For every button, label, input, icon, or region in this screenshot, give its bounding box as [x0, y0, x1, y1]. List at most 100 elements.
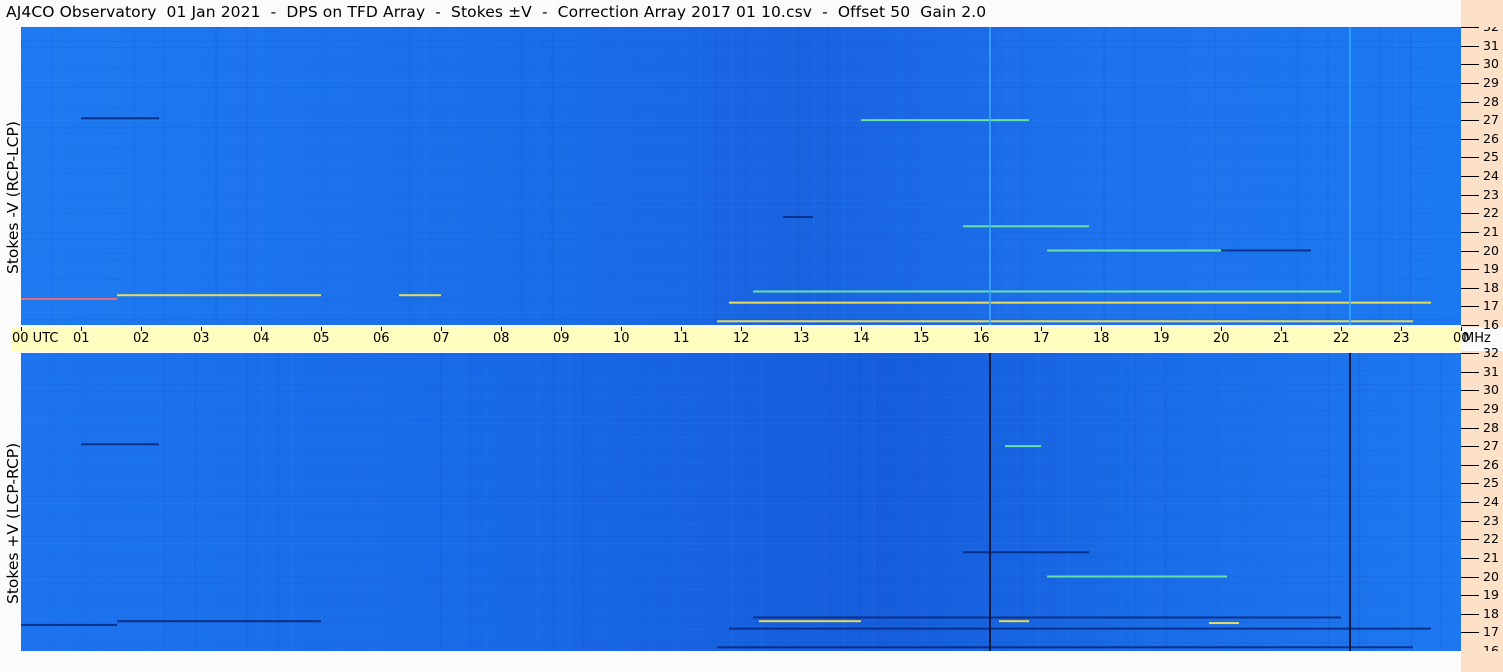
frequency-tick: [1461, 306, 1479, 308]
noise-stripe: [312, 27, 313, 325]
noise-row: [21, 259, 1461, 260]
noise-row: [21, 384, 1461, 385]
bottom-panel-ylabel: Stokes +V (LCP-RCP): [4, 442, 22, 604]
noise-row: [21, 649, 1461, 650]
frequency-tick-label: 30: [1483, 56, 1499, 72]
utc-time-axis: 00 UTC 01 02 03 04 05 06 07 08 09 10 11 12 13 14 15 16 17…: [12, 327, 1491, 351]
noise-stripe: [939, 27, 940, 325]
noise-stripe: [1424, 27, 1427, 325]
frequency-tick-label: 18: [1483, 279, 1499, 295]
noise-row: [21, 463, 1461, 464]
emission-band: [753, 616, 1341, 619]
time-tick-label: 09: [553, 331, 570, 346]
noise-row: [21, 213, 1461, 214]
noise-row: [21, 602, 1461, 603]
frequency-tick-label: 19: [1483, 587, 1499, 603]
top-spectrogram: [21, 27, 1461, 325]
noise-row: [21, 147, 1461, 148]
noise-stripe: [1394, 27, 1397, 325]
noise-stripe: [357, 27, 358, 325]
noise-stripe: [148, 27, 150, 325]
emission-band: [399, 294, 441, 297]
frequency-tick: [1461, 502, 1479, 503]
frequency-tick: [1461, 557, 1479, 559]
noise-stripe: [536, 27, 539, 325]
time-tick-label: 05: [313, 331, 330, 346]
noise-stripe: [648, 27, 649, 325]
time-tick-label: 00 UTC: [12, 331, 59, 346]
noise-row: [21, 529, 1461, 530]
noise-stripe: [1379, 27, 1382, 325]
frequency-tick: [1461, 101, 1479, 103]
bottom-frequency-axis: 1617181920212223242526272829303132: [1461, 345, 1503, 658]
noise-stripe: [924, 27, 925, 325]
time-tick-label: 03: [193, 331, 210, 346]
noise-row: [21, 186, 1461, 187]
emission-band: [1047, 249, 1227, 252]
frequency-tick-label: 24: [1483, 494, 1499, 509]
noise-row: [21, 370, 1461, 371]
time-tick-label: 16: [973, 331, 990, 346]
noise-row: [21, 483, 1461, 484]
time-tick-label: 10: [613, 331, 630, 346]
emission-band: [717, 320, 1413, 323]
frequency-tick-label: 32: [1483, 345, 1499, 360]
noise-row: [21, 47, 1461, 48]
time-tick-label: 21: [1273, 331, 1290, 346]
noise-stripe: [245, 27, 248, 325]
noise-row: [21, 127, 1461, 128]
noise-stripe: [1103, 27, 1106, 325]
noise-stripe: [230, 27, 233, 325]
noise-stripe: [894, 27, 895, 325]
emission-band: [21, 623, 117, 626]
emission-band: [1005, 445, 1041, 448]
frequency-tick: [1461, 595, 1479, 597]
frequency-tick-label: 29: [1483, 400, 1499, 416]
noise-row: [21, 200, 1461, 201]
noise-row: [21, 306, 1461, 307]
noise-row: [21, 443, 1461, 444]
noise-row: [21, 470, 1461, 471]
time-tick-label: 06: [373, 331, 390, 346]
noise-stripe: [21, 27, 22, 325]
noise-stripe: [506, 27, 509, 325]
noise-stripe: [1021, 27, 1023, 325]
time-tick-label: 11: [673, 331, 690, 346]
emission-band: [759, 620, 861, 623]
frequency-tick-label: 19: [1483, 261, 1499, 277]
noise-row: [21, 239, 1461, 240]
frequency-tick: [1461, 408, 1479, 410]
frequency-tick-label: 24: [1483, 168, 1499, 183]
frequency-tick: [1461, 157, 1479, 159]
noise-row: [21, 576, 1461, 577]
noise-row: [21, 279, 1461, 280]
noise-stripe: [827, 27, 830, 325]
time-tick-label: 12: [733, 331, 750, 346]
noise-row: [21, 54, 1461, 55]
noise-row: [21, 496, 1461, 497]
time-tick-label: 20: [1213, 331, 1230, 346]
time-tick-label: 22: [1333, 331, 1350, 346]
frequency-tick: [1461, 613, 1479, 615]
noise-stripe: [633, 27, 634, 325]
time-tick-label: 23: [1393, 331, 1410, 346]
frequency-tick-label: 22: [1483, 205, 1499, 221]
noise-row: [21, 516, 1461, 517]
noise-stripe: [1006, 27, 1008, 325]
noise-stripe: [730, 27, 732, 325]
frequency-tick-label: 26: [1483, 456, 1499, 472]
noise-row: [21, 41, 1461, 42]
noise-row: [21, 133, 1461, 134]
noise-row: [21, 523, 1461, 524]
noise-row: [21, 397, 1461, 398]
frequency-tick-label: 21: [1483, 223, 1499, 239]
time-tick-label: 17: [1033, 331, 1050, 346]
emission-band: [783, 215, 813, 218]
noise-stripe: [812, 27, 815, 325]
frequency-tick: [1461, 138, 1479, 140]
frequency-tick: [1461, 483, 1479, 485]
noise-row: [21, 67, 1461, 68]
noise-row: [21, 94, 1461, 95]
noise-row: [21, 423, 1461, 424]
noise-stripe: [118, 27, 120, 325]
